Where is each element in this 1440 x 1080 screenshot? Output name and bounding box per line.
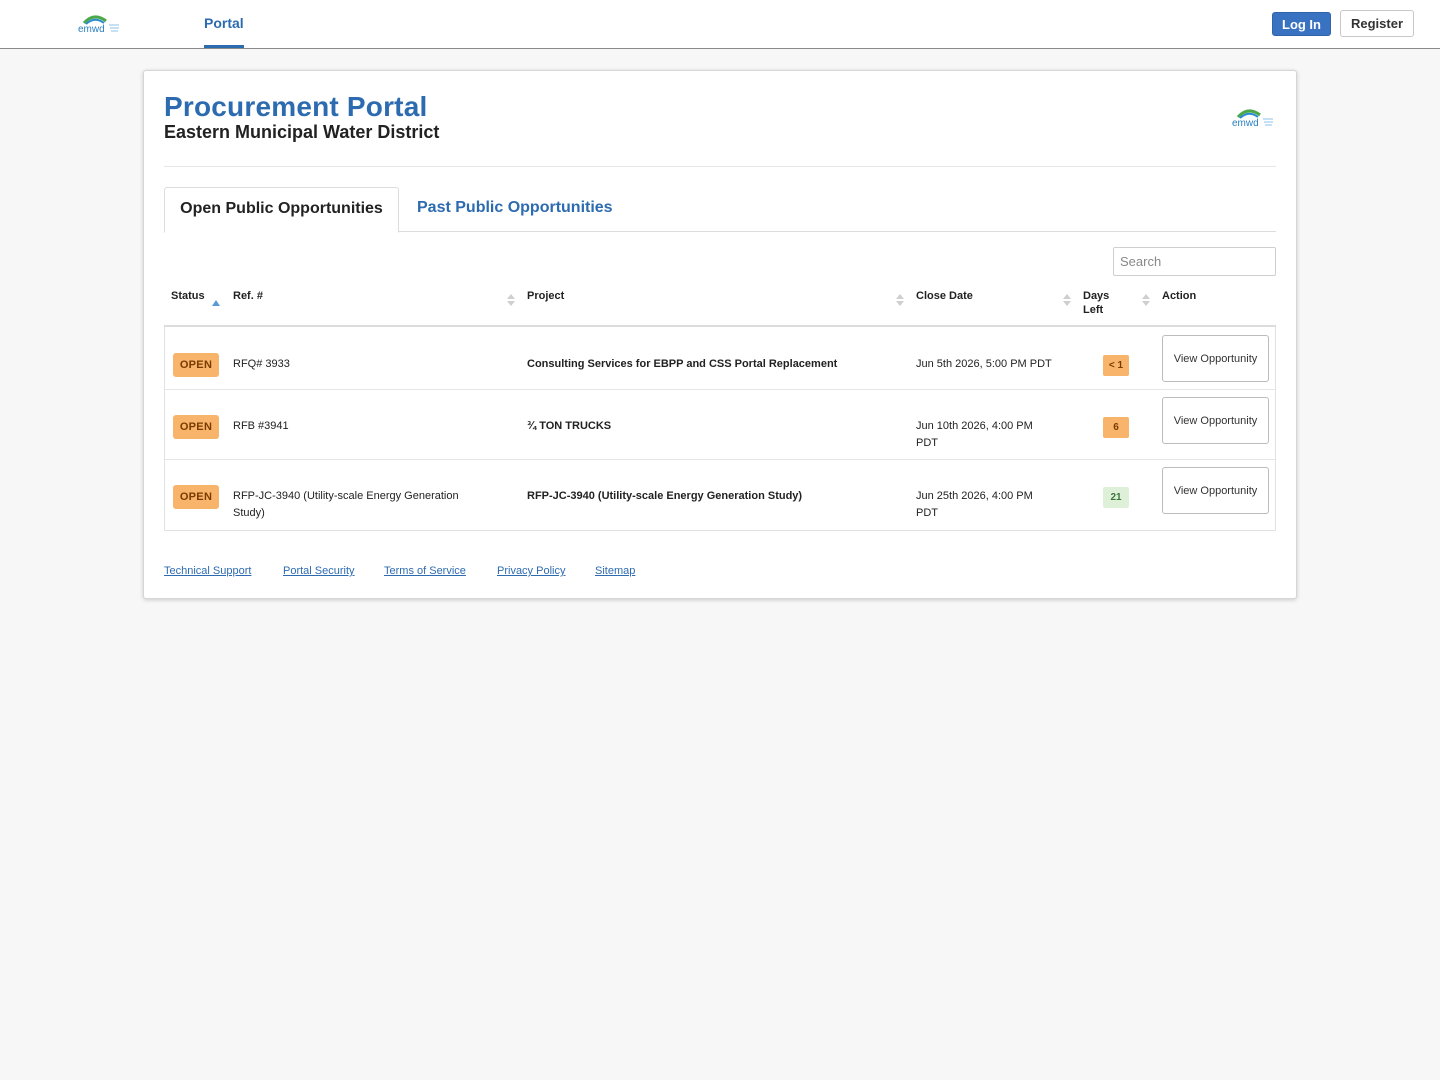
column-header-days-left[interactable]: Days Left [1083,289,1123,317]
project-name: Consulting Services for EBPP and CSS Por… [527,358,838,370]
register-button[interactable]: Register [1340,10,1414,37]
ref-number: RFB #3941 [233,420,289,432]
sort-icon[interactable] [896,294,904,308]
view-opportunity-button[interactable]: View Opportunity [1162,335,1269,382]
close-date: Jun 25th 2026, 4:00 PM PDT [916,490,1033,519]
project-name: RFP-JC-3940 (Utility-scale Energy Genera… [527,490,803,502]
view-opportunity-button[interactable]: View Opportunity [1162,397,1269,444]
logo-text: emwd [78,24,105,35]
footer-link-technical-support[interactable]: Technical Support [164,565,251,577]
status-badge: OPEN [173,485,219,509]
project-name: ¾ TON TRUCKS [527,420,612,432]
status-badge: OPEN [173,415,219,439]
column-header-status[interactable]: Status [171,289,205,303]
emwd-logo: emwd [1232,109,1273,129]
close-date: Jun 5th 2026, 5:00 PM PDT [916,358,1052,370]
divider [164,166,1276,167]
tab-past-opportunities[interactable]: Past Public Opportunities [417,187,613,231]
table-row: OPEN RFB #3941 ¾ TON TRUCKS Jun 10th 202… [165,390,1275,460]
sort-asc-icon[interactable] [212,300,220,306]
emwd-logo[interactable]: emwd [76,11,122,35]
logo-text: emwd [1232,118,1259,129]
days-left-badge: < 1 [1103,355,1129,376]
page-subtitle: Eastern Municipal Water District [164,122,440,142]
days-left-badge: 6 [1103,417,1129,438]
footer-link-privacy-policy[interactable]: Privacy Policy [497,565,565,577]
status-badge: OPEN [173,353,219,377]
sort-icon[interactable] [507,294,515,308]
footer-link-terms-of-service[interactable]: Terms of Service [384,565,466,577]
ref-number: RFQ# 3933 [233,358,290,370]
table-row: OPEN RFQ# 3933 Consulting Services for E… [165,327,1275,390]
column-header-project[interactable]: Project [527,289,564,303]
view-opportunity-button[interactable]: View Opportunity [1162,467,1269,514]
table-header: Status Ref. # Project Close Date Days Le… [164,277,1276,327]
top-navbar: emwd Portal Log In Register [0,0,1440,49]
column-header-close-date[interactable]: Close Date [916,289,973,303]
days-left-badge: 21 [1103,487,1129,508]
footer-link-portal-security[interactable]: Portal Security [283,565,355,577]
opportunities-table-body: OPEN RFQ# 3933 Consulting Services for E… [164,327,1276,531]
sort-icon[interactable] [1142,294,1150,308]
footer-link-sitemap[interactable]: Sitemap [595,565,635,577]
nav-portal-link[interactable]: Portal [204,0,244,48]
procurement-card: Procurement Portal Eastern Municipal Wat… [143,70,1297,599]
column-header-action: Action [1162,290,1197,302]
login-button[interactable]: Log In [1272,12,1331,36]
page-title: Procurement Portal [164,91,428,122]
close-date: Jun 10th 2026, 4:00 PM PDT [916,420,1033,449]
search-input[interactable] [1113,247,1276,276]
column-header-ref[interactable]: Ref. # [233,289,263,303]
tab-open-opportunities[interactable]: Open Public Opportunities [164,187,399,233]
table-row: OPEN RFP-JC-3940 (Utility-scale Energy G… [165,460,1275,530]
ref-number: RFP-JC-3940 (Utility-scale Energy Genera… [233,490,459,519]
sort-icon[interactable] [1063,294,1071,308]
